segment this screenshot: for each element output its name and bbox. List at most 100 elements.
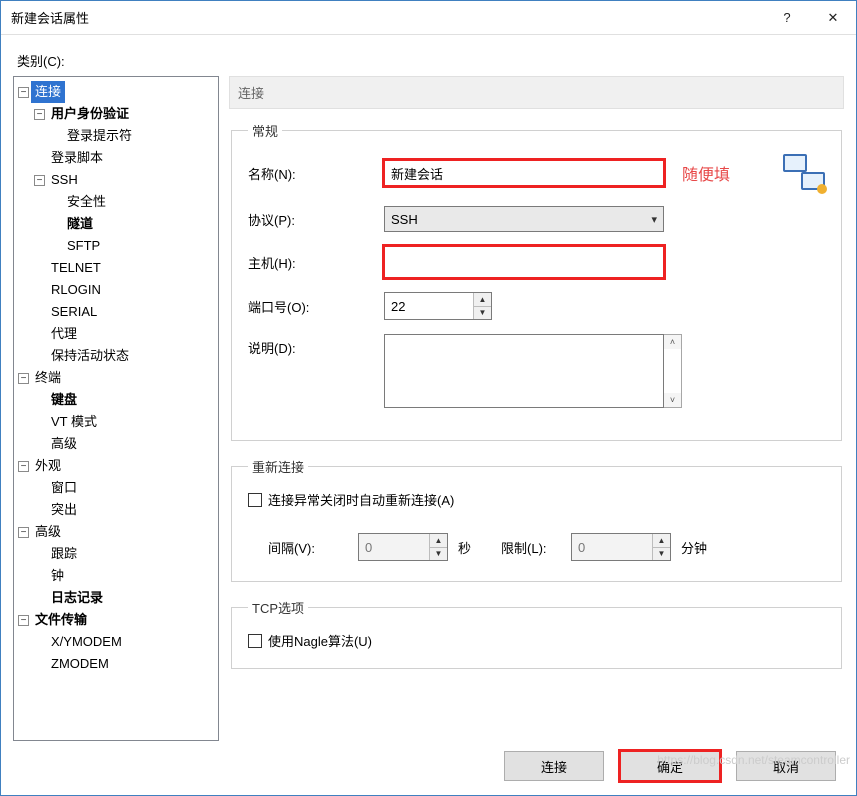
chevron-down-icon: ▾ [651,213,657,226]
tree-label: 高级 [31,521,65,543]
textarea-scrollbar[interactable]: ˄ ˅ [664,334,682,408]
name-annotation: 随便填 [682,161,730,185]
tree-item-login-prompt[interactable]: 登录提示符 [50,125,216,147]
tree-item-tunnel[interactable]: 隧道 [50,213,216,235]
tree-item-window[interactable]: 窗口 [34,477,216,499]
scroll-up-icon[interactable]: ˄ [664,335,681,349]
checkbox-icon [248,634,262,648]
tree-item-rlogin[interactable]: RLOGIN [34,279,216,301]
tree-item-terminal[interactable]: − 终端 [18,367,216,389]
port-input[interactable] [385,293,473,319]
limit-input [572,534,652,560]
tree-label: 文件传输 [31,609,91,631]
name-input[interactable] [384,160,664,186]
stepper-down-icon[interactable]: ▼ [474,307,491,320]
stepper-up-icon[interactable]: ▲ [474,293,491,307]
ok-button[interactable]: 确定 [620,751,720,781]
tree-item-bell[interactable]: 钟 [34,565,216,587]
tree-item-user-auth[interactable]: − 用户身份验证 [34,103,216,125]
tree-label: 用户身份验证 [47,103,133,125]
tree-label: 终端 [31,367,65,389]
tree-item-login-script[interactable]: 登录脚本 [34,147,216,169]
reconnect-legend: 重新连接 [248,457,308,476]
tree-item-vt-mode[interactable]: VT 模式 [34,411,216,433]
tree-label: 登录脚本 [47,147,107,169]
tree-label: TELNET [47,257,105,279]
collapse-icon[interactable]: − [34,175,45,186]
tree-label: 安全性 [63,191,110,213]
tree-item-highlight[interactable]: 突出 [34,499,216,521]
port-stepper[interactable]: ▲ ▼ [384,292,492,320]
tree-item-advanced[interactable]: − 高级 [18,521,216,543]
collapse-icon[interactable]: − [18,615,29,626]
collapse-icon[interactable]: − [18,87,29,98]
tree-item-serial[interactable]: SERIAL [34,301,216,323]
tree-item-file-transfer[interactable]: − 文件传输 [18,609,216,631]
tree-label: 高级 [47,433,81,455]
general-legend: 常规 [248,121,282,140]
tree-item-proxy[interactable]: 代理 [34,323,216,345]
protocol-value: SSH [391,212,418,227]
panel-title: 连接 [229,76,844,109]
settings-panel: 连接 常规 名称(N): 随便填 协议(P): [229,76,844,741]
description-label: 说明(D): [248,334,384,357]
category-tree[interactable]: − 连接 − 用户身份验证 登录提示符 [13,76,219,741]
tree-item-telnet[interactable]: TELNET [34,257,216,279]
port-label: 端口号(O): [248,297,384,316]
collapse-icon[interactable]: − [34,109,45,120]
tree-item-xymodem[interactable]: X/YMODEM [34,631,216,653]
nagle-label: 使用Nagle算法(U) [268,631,372,650]
interval-input [359,534,429,560]
tree-item-advanced-term[interactable]: 高级 [34,433,216,455]
limit-stepper: ▲▼ [571,533,671,561]
tree-label: 保持活动状态 [47,345,133,367]
help-button[interactable]: ? [764,1,810,34]
tree-item-trace[interactable]: 跟踪 [34,543,216,565]
tree-item-keyboard[interactable]: 键盘 [34,389,216,411]
tree-item-connection[interactable]: − 连接 [18,81,216,103]
cancel-button[interactable]: 取消 [736,751,836,781]
dialog-buttons: 连接 确定 取消 [13,741,844,795]
host-input[interactable] [384,246,664,278]
interval-label: 间隔(V): [268,538,358,557]
tree-label: SSH [47,169,82,191]
tree-label: SERIAL [47,301,101,323]
tree-item-security[interactable]: 安全性 [50,191,216,213]
description-textarea[interactable] [384,334,664,408]
tcp-legend: TCP选项 [248,598,308,617]
tree-label: ZMODEM [47,653,113,675]
protocol-select[interactable]: SSH ▾ [384,206,664,232]
tree-label: 隧道 [63,213,97,235]
limit-unit: 分钟 [681,538,707,557]
tcp-group: TCP选项 使用Nagle算法(U) [231,598,842,669]
tree-label: 跟踪 [47,543,81,565]
protocol-label: 协议(P): [248,210,384,229]
name-label: 名称(N): [248,164,384,183]
tree-label: 钟 [47,565,68,587]
window-title: 新建会话属性 [1,8,764,27]
tree-item-zmodem[interactable]: ZMODEM [34,653,216,675]
collapse-icon[interactable]: − [18,461,29,472]
host-label: 主机(H): [248,253,384,272]
tree-label: 日志记录 [47,587,107,609]
limit-label: 限制(L): [501,538,571,557]
scroll-down-icon[interactable]: ˅ [664,393,681,407]
collapse-icon[interactable]: − [18,527,29,538]
tree-item-ssh[interactable]: − SSH [34,169,216,191]
tree-item-logging[interactable]: 日志记录 [34,587,216,609]
connection-icon [783,154,825,192]
tree-label: 登录提示符 [63,125,136,147]
stepper-up-icon: ▲ [430,534,447,548]
tree-item-sftp[interactable]: SFTP [50,235,216,257]
content-area: 类别(C): − 连接 − 用户身份验证 [1,35,856,795]
auto-reconnect-label: 连接异常关闭时自动重新连接(A) [268,490,454,509]
tree-item-keepalive[interactable]: 保持活动状态 [34,345,216,367]
auto-reconnect-checkbox[interactable]: 连接异常关闭时自动重新连接(A) [248,490,825,509]
tree-label: 代理 [47,323,81,345]
connect-button[interactable]: 连接 [504,751,604,781]
collapse-icon[interactable]: − [18,373,29,384]
tree-item-appearance[interactable]: − 外观 [18,455,216,477]
checkbox-icon [248,493,262,507]
nagle-checkbox[interactable]: 使用Nagle算法(U) [248,631,825,650]
close-button[interactable]: ✕ [810,1,856,34]
